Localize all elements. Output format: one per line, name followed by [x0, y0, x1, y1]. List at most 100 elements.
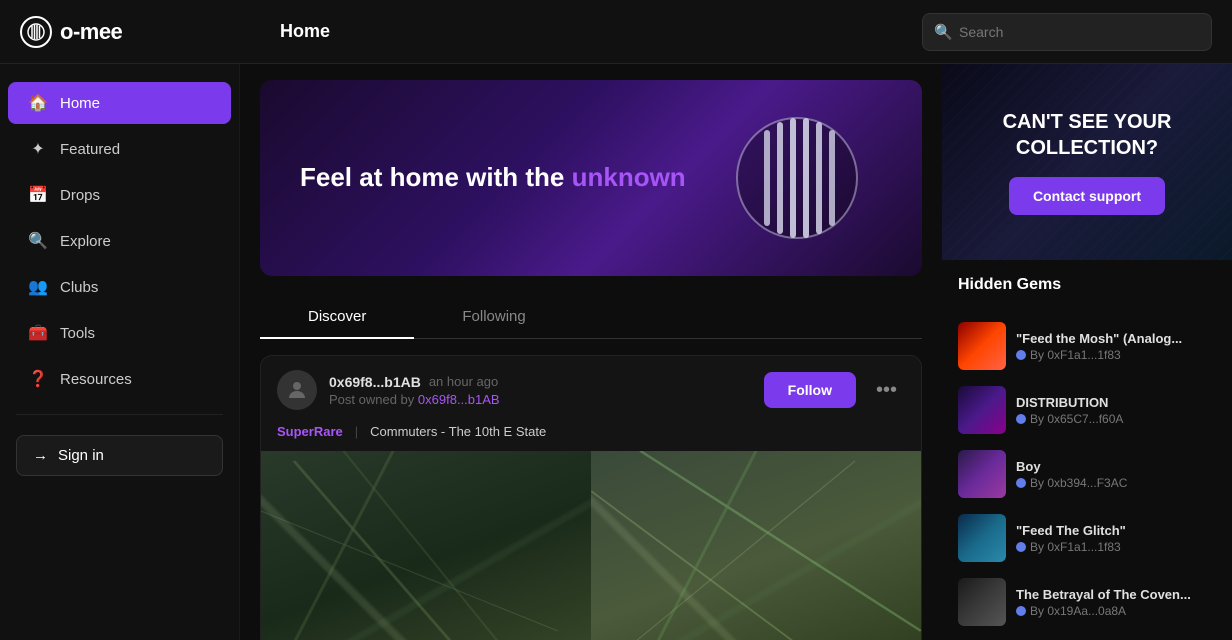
- post-meta: 0x69f8...b1AB an hour ago Post owned by …: [329, 374, 752, 407]
- sign-in-label: Sign in: [58, 447, 104, 464]
- sidebar-label-clubs: Clubs: [60, 279, 98, 296]
- sidebar-item-tools[interactable]: 🧰 Tools: [8, 312, 231, 354]
- gem-item-3[interactable]: "Feed The Glitch" By 0xF1a1...1f83: [958, 506, 1216, 570]
- search-input[interactable]: [922, 13, 1212, 51]
- content-area: Feel at home with the unknown Discover F…: [240, 64, 942, 640]
- sidebar-label-drops: Drops: [60, 187, 100, 204]
- gem-author-4: By 0x19Aa...0a8A: [1016, 604, 1216, 618]
- tools-icon: 🧰: [28, 323, 48, 343]
- hidden-gems-section: Hidden Gems "Feed the Mosh" (Analog... B…: [942, 276, 1232, 640]
- gem-name-0: "Feed the Mosh" (Analog...: [1016, 331, 1216, 346]
- hero-prefix: Feel at home with the: [300, 162, 572, 192]
- gem-info-2: Boy By 0xb394...F3AC: [1016, 459, 1216, 490]
- avatar: [277, 370, 317, 410]
- page-title: Home: [260, 21, 922, 42]
- follow-button[interactable]: Follow: [764, 372, 856, 408]
- right-panel: CAN'T SEE YOUR COLLECTION? Contact suppo…: [942, 64, 1232, 640]
- logo-text: o-mee: [60, 19, 122, 45]
- sidebar-label-tools: Tools: [60, 325, 95, 342]
- eth-icon-4: [1016, 606, 1026, 616]
- home-icon: 🏠: [28, 93, 48, 113]
- author-address: 0x69f8...b1AB: [329, 374, 421, 390]
- gem-info-1: DISTRIBUTION By 0x65C7...f60A: [1016, 395, 1216, 426]
- search-icon: 🔍: [934, 23, 953, 41]
- gem-thumb-3: [958, 514, 1006, 562]
- tab-discover[interactable]: Discover: [260, 296, 414, 339]
- post-title: Commuters - The 10th E State: [370, 424, 546, 439]
- post-image-inner: [261, 451, 921, 640]
- tab-following[interactable]: Following: [414, 296, 573, 339]
- cta-bg-decoration: [942, 64, 1232, 260]
- eth-icon-3: [1016, 542, 1026, 552]
- sidebar-label-featured: Featured: [60, 141, 120, 158]
- hidden-gems-title: Hidden Gems: [958, 276, 1216, 302]
- sidebar-item-clubs[interactable]: 👥 Clubs: [8, 266, 231, 308]
- sidebar-item-explore[interactable]: 🔍 Explore: [8, 220, 231, 262]
- post-header: 0x69f8...b1AB an hour ago Post owned by …: [261, 356, 921, 424]
- gem-author-1: By 0x65C7...f60A: [1016, 412, 1216, 426]
- calendar-icon: 📅: [28, 185, 48, 205]
- post-image-right: [591, 451, 921, 640]
- gem-thumb-0: [958, 322, 1006, 370]
- main-layout: 🏠 Home ✦ Featured 📅 Drops 🔍 Explore 👥 Cl…: [0, 64, 1232, 640]
- cta-text: CAN'T SEE YOUR COLLECTION?: [962, 109, 1212, 161]
- contact-support-button[interactable]: Contact support: [1009, 177, 1165, 215]
- sidebar-item-drops[interactable]: 📅 Drops: [8, 174, 231, 216]
- gem-name-4: The Betrayal of The Coven...: [1016, 587, 1216, 602]
- logo-icon: [20, 16, 52, 48]
- gem-thumb-2: [958, 450, 1006, 498]
- gem-author-3: By 0xF1a1...1f83: [1016, 540, 1216, 554]
- hero-accent: unknown: [572, 162, 686, 192]
- cta-banner: CAN'T SEE YOUR COLLECTION? Contact suppo…: [942, 64, 1232, 260]
- owned-by-addr: 0x69f8...b1AB: [418, 392, 500, 407]
- star-icon: ✦: [28, 139, 48, 159]
- sidebar-item-resources[interactable]: ❓ Resources: [8, 358, 231, 400]
- explore-icon: 🔍: [28, 231, 48, 251]
- sidebar-label-home: Home: [60, 95, 100, 112]
- gem-info-3: "Feed The Glitch" By 0xF1a1...1f83: [1016, 523, 1216, 554]
- gem-author-2: By 0xb394...F3AC: [1016, 476, 1216, 490]
- post-card: 0x69f8...b1AB an hour ago Post owned by …: [260, 355, 922, 640]
- gem-thumb-4: [958, 578, 1006, 626]
- clubs-icon: 👥: [28, 277, 48, 297]
- gem-author-0: By 0xF1a1...1f83: [1016, 348, 1216, 362]
- more-options-button[interactable]: •••: [868, 375, 905, 406]
- gem-info-0: "Feed the Mosh" (Analog... By 0xF1a1...1…: [1016, 331, 1216, 362]
- post-author: 0x69f8...b1AB an hour ago: [329, 374, 752, 390]
- help-icon: ❓: [28, 369, 48, 389]
- logo[interactable]: o-mee: [20, 16, 260, 48]
- post-image: [261, 451, 921, 640]
- post-owned: Post owned by 0x69f8...b1AB: [329, 392, 752, 407]
- eth-icon-1: [1016, 414, 1026, 424]
- topbar: o-mee Home 🔍: [0, 0, 1232, 64]
- gem-item-2[interactable]: Boy By 0xb394...F3AC: [958, 442, 1216, 506]
- gem-info-4: The Betrayal of The Coven... By 0x19Aa..…: [1016, 587, 1216, 618]
- owned-by-label: Post owned by: [329, 392, 414, 407]
- gem-item-0[interactable]: "Feed the Mosh" (Analog... By 0xF1a1...1…: [958, 314, 1216, 378]
- gem-name-1: DISTRIBUTION: [1016, 395, 1216, 410]
- gem-name-3: "Feed The Glitch": [1016, 523, 1216, 538]
- content-tabs: Discover Following: [260, 296, 922, 339]
- post-time: an hour ago: [429, 374, 498, 389]
- post-image-left: [261, 451, 591, 640]
- gem-name-2: Boy: [1016, 459, 1216, 474]
- sidebar-item-featured[interactable]: ✦ Featured: [8, 128, 231, 170]
- sidebar: 🏠 Home ✦ Featured 📅 Drops 🔍 Explore 👥 Cl…: [0, 64, 240, 640]
- eth-icon-0: [1016, 350, 1026, 360]
- search-container: 🔍: [922, 13, 1212, 51]
- gem-item-1[interactable]: DISTRIBUTION By 0x65C7...f60A: [958, 378, 1216, 442]
- sign-in-button[interactable]: → Sign in: [16, 435, 223, 476]
- sidebar-item-home[interactable]: 🏠 Home: [8, 82, 231, 124]
- sidebar-label-explore: Explore: [60, 233, 111, 250]
- gem-item-4[interactable]: The Betrayal of The Coven... By 0x19Aa..…: [958, 570, 1216, 634]
- eth-icon-2: [1016, 478, 1026, 488]
- sign-in-icon: →: [33, 447, 48, 464]
- hero-logo-icon: [732, 113, 862, 243]
- sidebar-label-resources: Resources: [60, 371, 132, 388]
- post-tags: SuperRare | Commuters - The 10th E State: [261, 424, 921, 451]
- sidebar-divider: [16, 414, 223, 415]
- gem-thumb-1: [958, 386, 1006, 434]
- post-platform: SuperRare: [277, 424, 343, 439]
- hero-banner: Feel at home with the unknown: [260, 80, 922, 276]
- hero-text: Feel at home with the unknown: [260, 161, 726, 195]
